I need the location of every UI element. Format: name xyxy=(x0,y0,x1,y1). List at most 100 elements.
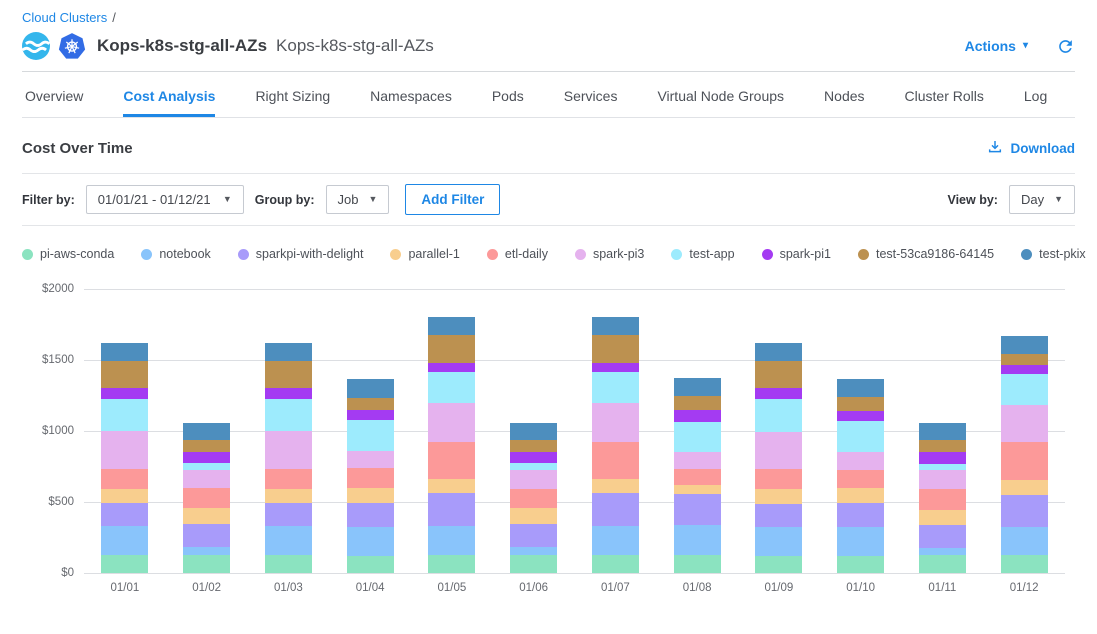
download-button[interactable]: Download xyxy=(987,139,1076,158)
bar-segment-parallel-1[interactable] xyxy=(347,488,394,503)
legend-item-pi-aws-conda[interactable]: pi-aws-conda xyxy=(22,247,114,261)
tab-nodes[interactable]: Nodes xyxy=(824,72,864,117)
bar-segment-spark-pi1[interactable] xyxy=(265,388,312,399)
bar-segment-test-53ca9186-64145[interactable] xyxy=(919,440,966,453)
bar-segment-pi-aws-conda[interactable] xyxy=(1001,555,1048,573)
bar-segment-notebook[interactable] xyxy=(510,547,557,555)
date-range-select[interactable]: 01/01/21 - 01/12/21 ▼ xyxy=(86,185,244,214)
breadcrumb-link-cloud-clusters[interactable]: Cloud Clusters xyxy=(22,10,107,25)
bar-segment-test-pkix[interactable] xyxy=(592,317,639,335)
bar-segment-etl-daily[interactable] xyxy=(183,488,230,508)
bar-segment-spark-pi3[interactable] xyxy=(837,452,884,470)
bar-segment-notebook[interactable] xyxy=(428,526,475,555)
bar-segment-test-pkix[interactable] xyxy=(183,423,230,440)
bar-segment-spark-pi1[interactable] xyxy=(101,388,148,399)
bar-segment-spark-pi1[interactable] xyxy=(837,411,884,421)
bar-segment-spark-pi1[interactable] xyxy=(428,363,475,372)
bar-segment-notebook[interactable] xyxy=(674,525,721,554)
bar-segment-etl-daily[interactable] xyxy=(1001,442,1048,480)
bar-segment-sparkpi-with-delight[interactable] xyxy=(510,524,557,547)
stacked-bar-01-12[interactable] xyxy=(1001,336,1048,573)
bar-segment-pi-aws-conda[interactable] xyxy=(837,556,884,573)
stacked-bar-01-08[interactable] xyxy=(674,378,721,573)
tab-log[interactable]: Log xyxy=(1024,72,1047,117)
bar-segment-pi-aws-conda[interactable] xyxy=(347,556,394,573)
bar-segment-etl-daily[interactable] xyxy=(101,469,148,488)
bar-segment-etl-daily[interactable] xyxy=(592,442,639,479)
bar-segment-etl-daily[interactable] xyxy=(428,442,475,480)
bar-segment-test-app[interactable] xyxy=(101,399,148,431)
bar-segment-spark-pi3[interactable] xyxy=(1001,405,1048,443)
bar-segment-sparkpi-with-delight[interactable] xyxy=(755,504,802,527)
tab-overview[interactable]: Overview xyxy=(25,72,83,117)
bar-segment-spark-pi1[interactable] xyxy=(592,363,639,372)
bar-segment-test-app[interactable] xyxy=(428,372,475,403)
bar-segment-spark-pi1[interactable] xyxy=(674,410,721,421)
stacked-bar-01-02[interactable] xyxy=(183,423,230,573)
bar-segment-test-app[interactable] xyxy=(347,420,394,451)
bar-segment-spark-pi3[interactable] xyxy=(755,432,802,470)
bar-segment-spark-pi1[interactable] xyxy=(1001,365,1048,374)
bar-segment-spark-pi1[interactable] xyxy=(755,388,802,399)
bar-segment-pi-aws-conda[interactable] xyxy=(510,555,557,573)
bar-segment-sparkpi-with-delight[interactable] xyxy=(592,493,639,526)
bar-segment-parallel-1[interactable] xyxy=(510,508,557,524)
bar-segment-test-53ca9186-64145[interactable] xyxy=(101,361,148,389)
bar-segment-spark-pi3[interactable] xyxy=(919,470,966,488)
bar-segment-notebook[interactable] xyxy=(101,526,148,554)
bar-segment-sparkpi-with-delight[interactable] xyxy=(347,503,394,527)
bar-segment-notebook[interactable] xyxy=(265,526,312,554)
bar-segment-etl-daily[interactable] xyxy=(755,469,802,488)
bar-segment-test-app[interactable] xyxy=(592,372,639,403)
tab-services[interactable]: Services xyxy=(564,72,618,117)
bar-segment-sparkpi-with-delight[interactable] xyxy=(919,525,966,548)
bar-segment-etl-daily[interactable] xyxy=(674,469,721,485)
tab-pods[interactable]: Pods xyxy=(492,72,524,117)
bar-segment-notebook[interactable] xyxy=(592,526,639,554)
bar-segment-test-53ca9186-64145[interactable] xyxy=(592,335,639,363)
bar-segment-pi-aws-conda[interactable] xyxy=(101,555,148,573)
legend-item-test-pkix[interactable]: test-pkix xyxy=(1021,247,1086,261)
bar-segment-test-53ca9186-64145[interactable] xyxy=(183,440,230,451)
bar-segment-test-pkix[interactable] xyxy=(1001,336,1048,354)
bar-segment-test-pkix[interactable] xyxy=(347,379,394,397)
view-by-select[interactable]: Day ▼ xyxy=(1009,185,1075,214)
legend-item-test-app[interactable]: test-app xyxy=(671,247,734,261)
stacked-bar-01-01[interactable] xyxy=(101,343,148,573)
stacked-bar-01-04[interactable] xyxy=(347,379,394,573)
bar-segment-spark-pi3[interactable] xyxy=(183,470,230,488)
bar-segment-etl-daily[interactable] xyxy=(510,489,557,509)
bar-segment-parallel-1[interactable] xyxy=(674,485,721,494)
tab-namespaces[interactable]: Namespaces xyxy=(370,72,452,117)
stacked-bar-01-10[interactable] xyxy=(837,379,884,573)
bar-segment-spark-pi3[interactable] xyxy=(428,403,475,441)
legend-item-parallel-1[interactable]: parallel-1 xyxy=(390,247,459,261)
add-filter-button[interactable]: Add Filter xyxy=(405,184,500,215)
bar-segment-test-pkix[interactable] xyxy=(428,317,475,335)
bar-segment-etl-daily[interactable] xyxy=(837,470,884,488)
bar-segment-etl-daily[interactable] xyxy=(265,469,312,488)
bar-segment-test-53ca9186-64145[interactable] xyxy=(428,335,475,363)
legend-item-spark-pi3[interactable]: spark-pi3 xyxy=(575,247,644,261)
bar-segment-parallel-1[interactable] xyxy=(101,489,148,503)
bar-segment-pi-aws-conda[interactable] xyxy=(919,555,966,573)
bar-segment-spark-pi3[interactable] xyxy=(674,452,721,469)
bar-segment-test-pkix[interactable] xyxy=(510,423,557,440)
bar-segment-etl-daily[interactable] xyxy=(919,489,966,510)
bar-segment-pi-aws-conda[interactable] xyxy=(592,555,639,573)
tab-cluster-rolls[interactable]: Cluster Rolls xyxy=(905,72,984,117)
bar-segment-notebook[interactable] xyxy=(755,527,802,556)
bar-segment-test-pkix[interactable] xyxy=(101,343,148,361)
bar-segment-sparkpi-with-delight[interactable] xyxy=(265,503,312,526)
bar-segment-parallel-1[interactable] xyxy=(837,488,884,503)
tab-right-sizing[interactable]: Right Sizing xyxy=(255,72,330,117)
bar-segment-spark-pi3[interactable] xyxy=(592,403,639,441)
bar-segment-pi-aws-conda[interactable] xyxy=(183,555,230,573)
actions-button[interactable]: Actions ▾ xyxy=(965,38,1028,54)
bar-segment-notebook[interactable] xyxy=(183,547,230,555)
refresh-icon[interactable] xyxy=(1056,37,1075,56)
bar-segment-parallel-1[interactable] xyxy=(428,479,475,492)
bar-segment-spark-pi3[interactable] xyxy=(347,451,394,468)
bar-segment-test-app[interactable] xyxy=(510,463,557,470)
tab-virtual-node-groups[interactable]: Virtual Node Groups xyxy=(657,72,784,117)
